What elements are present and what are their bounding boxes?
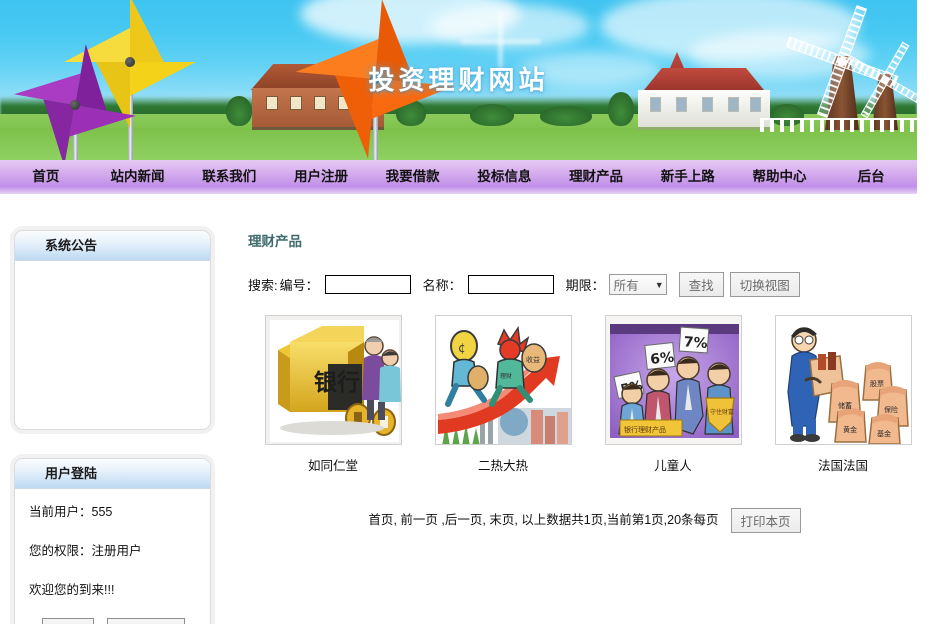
nav-products[interactable]: 理财产品 <box>550 160 642 194</box>
announcement-panel: 系统公告 <box>14 230 211 430</box>
svg-text:6%: 6% <box>649 350 674 368</box>
product-name: 法国法国 <box>817 459 868 473</box>
nav-register[interactable]: 用户注册 <box>275 160 367 194</box>
svg-text:银行理财产品: 银行理财产品 <box>624 425 666 434</box>
svg-text:保险: 保险 <box>884 405 898 414</box>
name-input[interactable] <box>467 275 554 294</box>
term-label: 期限： <box>565 278 605 293</box>
product-image-rising-red-arrow-moneybags-cartoon[interactable]: ¢ 理财 收益 <box>434 315 572 445</box>
announcement-panel-body <box>15 261 210 429</box>
product-image-men-holding-percent-signs-cartoon[interactable]: 5% 6% 7% <box>604 315 742 445</box>
product-name: 如同仁堂 <box>307 459 358 473</box>
site-title: 投资理财网站 <box>368 66 549 96</box>
tree-decoration <box>470 104 514 126</box>
pager-prev-link[interactable]: 前一页 <box>400 513 438 527</box>
product-card: ¢ 理财 收益 二热大热 <box>418 315 588 474</box>
svg-text:守住财富: 守住财富 <box>710 408 734 416</box>
user-login-panel: 用户登陆 当前用户：555 您的权限：注册用户 欢迎您的到来!!! 退出 个人后… <box>14 458 211 624</box>
nav-newbie[interactable]: 新手上路 <box>642 160 734 194</box>
code-input[interactable] <box>324 275 411 294</box>
chevron-down-icon: ▼ <box>654 279 664 290</box>
pager-first-link[interactable]: 首页 <box>368 513 393 527</box>
pagination: 首页, 前一页 ,后一页, 末页, 以上数据共1页,当前第1页,20条每页 打印本… <box>240 508 929 533</box>
svg-text:基金: 基金 <box>877 429 891 438</box>
product-grid: 银行 如同仁堂 ¢ 理财 收益 二热大热 6% 7% 银行理财产品 守住财富 儿… <box>248 315 929 474</box>
print-page-button[interactable]: 打印本页 <box>730 508 801 533</box>
svg-text:股票: 股票 <box>870 380 884 388</box>
personal-console-button[interactable]: 个人后台 <box>107 618 186 624</box>
code-label: 编号： <box>279 278 319 293</box>
pager-last-link[interactable]: 末页 <box>489 513 514 527</box>
nav-borrow[interactable]: 我要借款 <box>367 160 459 194</box>
welcome-label: 欢迎您的到来!!! <box>29 583 115 597</box>
product-image-bank-gold-sign-cartoon[interactable]: 银行 <box>264 315 402 445</box>
svg-text:储蓄: 储蓄 <box>838 401 852 410</box>
svg-text:理财: 理财 <box>500 372 512 380</box>
page-title: 理财产品 <box>248 234 302 249</box>
svg-text:¢: ¢ <box>458 341 466 355</box>
tree-decoration <box>226 96 252 126</box>
product-image-man-with-investment-bags-cartoon[interactable]: 储蓄 股票 保险 黄金 基金 <box>774 315 912 445</box>
product-name: 儿童人 <box>654 459 692 473</box>
tree-decoration <box>608 92 634 126</box>
tree-decoration <box>540 106 592 126</box>
search-button[interactable]: 查找 <box>678 272 724 297</box>
product-card: 5% 6% 7% <box>588 315 758 474</box>
pinwheel-purple-icon <box>10 40 140 160</box>
announcement-panel-title: 系统公告 <box>15 231 210 261</box>
main-content: 理财产品 搜索: 编号： 名称： 期限： 所有 ▼ 查找 切换视图 银行 如同仁… <box>222 230 929 624</box>
search-prefix-label: 搜索: <box>248 278 278 293</box>
product-name: 二热大热 <box>477 459 528 473</box>
pager-next-link[interactable]: 后一页 <box>445 513 483 527</box>
svg-text:黄金: 黄金 <box>843 425 857 434</box>
product-card: 银行 如同仁堂 <box>248 315 418 474</box>
nav-bid-info[interactable]: 投标信息 <box>459 160 551 194</box>
nav-home[interactable]: 首页 <box>0 160 92 194</box>
nav-news[interactable]: 站内新闻 <box>92 160 184 194</box>
logout-button[interactable]: 退出 <box>41 618 94 624</box>
site-banner: 投资理财网站 <box>0 0 917 160</box>
svg-text:银行: 银行 <box>314 369 360 396</box>
search-bar: 搜索: 编号： 名称： 期限： 所有 ▼ 查找 切换视图 <box>248 272 929 297</box>
sidebar: 系统公告 用户登陆 当前用户：555 您的权限：注册用户 欢迎您的到来!!! 退… <box>0 230 222 624</box>
product-card: 储蓄 股票 保险 黄金 基金 法国法国 <box>758 315 928 474</box>
pager-sep: , <box>437 512 445 527</box>
page-body: 系统公告 用户登陆 当前用户：555 您的权限：注册用户 欢迎您的到来!!! 退… <box>0 194 929 624</box>
name-label: 名称： <box>422 278 462 293</box>
main-navigation: 首页 站内新闻 联系我们 用户注册 我要借款 投标信息 理财产品 新手上路 帮助… <box>0 160 917 194</box>
user-login-panel-title: 用户登陆 <box>15 459 210 489</box>
svg-text:7%: 7% <box>683 334 708 352</box>
term-select-value: 所有 <box>613 279 639 293</box>
nav-help[interactable]: 帮助中心 <box>734 160 826 194</box>
nav-admin[interactable]: 后台 <box>825 160 917 194</box>
current-user-label: 当前用户：555 <box>29 505 113 519</box>
term-select[interactable]: 所有 ▼ <box>608 274 667 295</box>
switch-view-button[interactable]: 切换视图 <box>729 272 800 297</box>
svg-text:收益: 收益 <box>526 355 540 364</box>
pager-summary: , 以上数据共1页,当前第1页,20条每页 <box>514 512 719 527</box>
user-role-label: 您的权限：注册用户 <box>29 544 142 558</box>
fence-decoration <box>760 118 917 132</box>
nav-contact[interactable]: 联系我们 <box>183 160 275 194</box>
